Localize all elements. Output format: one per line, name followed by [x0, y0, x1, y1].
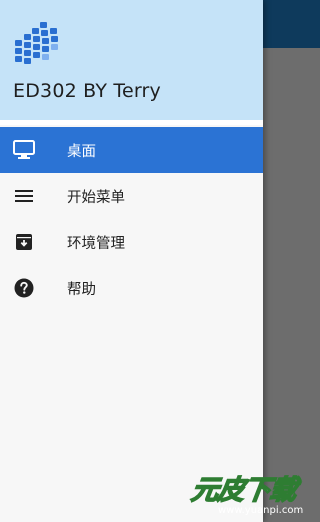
- menu-item-label: 环境管理: [67, 236, 125, 252]
- menu-item-label: 帮助: [67, 282, 96, 298]
- menu-item-start-menu[interactable]: 开始菜单: [0, 173, 263, 219]
- app-logo-icon: [15, 22, 58, 64]
- menu-item-label: 桌面: [67, 144, 96, 160]
- menu-item-label: 开始菜单: [67, 190, 125, 206]
- menu-item-environment[interactable]: 环境管理: [0, 219, 263, 265]
- watermark-brand: 元皮下载: [189, 474, 299, 507]
- menu-icon: [12, 184, 36, 208]
- menu-item-help[interactable]: 帮助: [0, 265, 263, 311]
- watermark-url: www.yuanpi.com: [218, 505, 304, 516]
- monitor-icon: [12, 138, 36, 162]
- drawer-header-title: ED302 BY Terry: [13, 80, 161, 102]
- watermark-logo: 元皮下载 www.yuanpi.com: [189, 468, 320, 522]
- header-divider: [0, 120, 263, 125]
- navigation-drawer: ED302 BY Terry 桌面 开始菜单 环境管理 帮助: [0, 0, 263, 522]
- drawer-menu: 桌面 开始菜单 环境管理 帮助: [0, 127, 263, 311]
- archive-box-icon: [12, 230, 36, 254]
- menu-item-desktop[interactable]: 桌面: [0, 127, 263, 173]
- drawer-header: ED302 BY Terry: [0, 0, 263, 120]
- help-circle-icon: [12, 276, 36, 300]
